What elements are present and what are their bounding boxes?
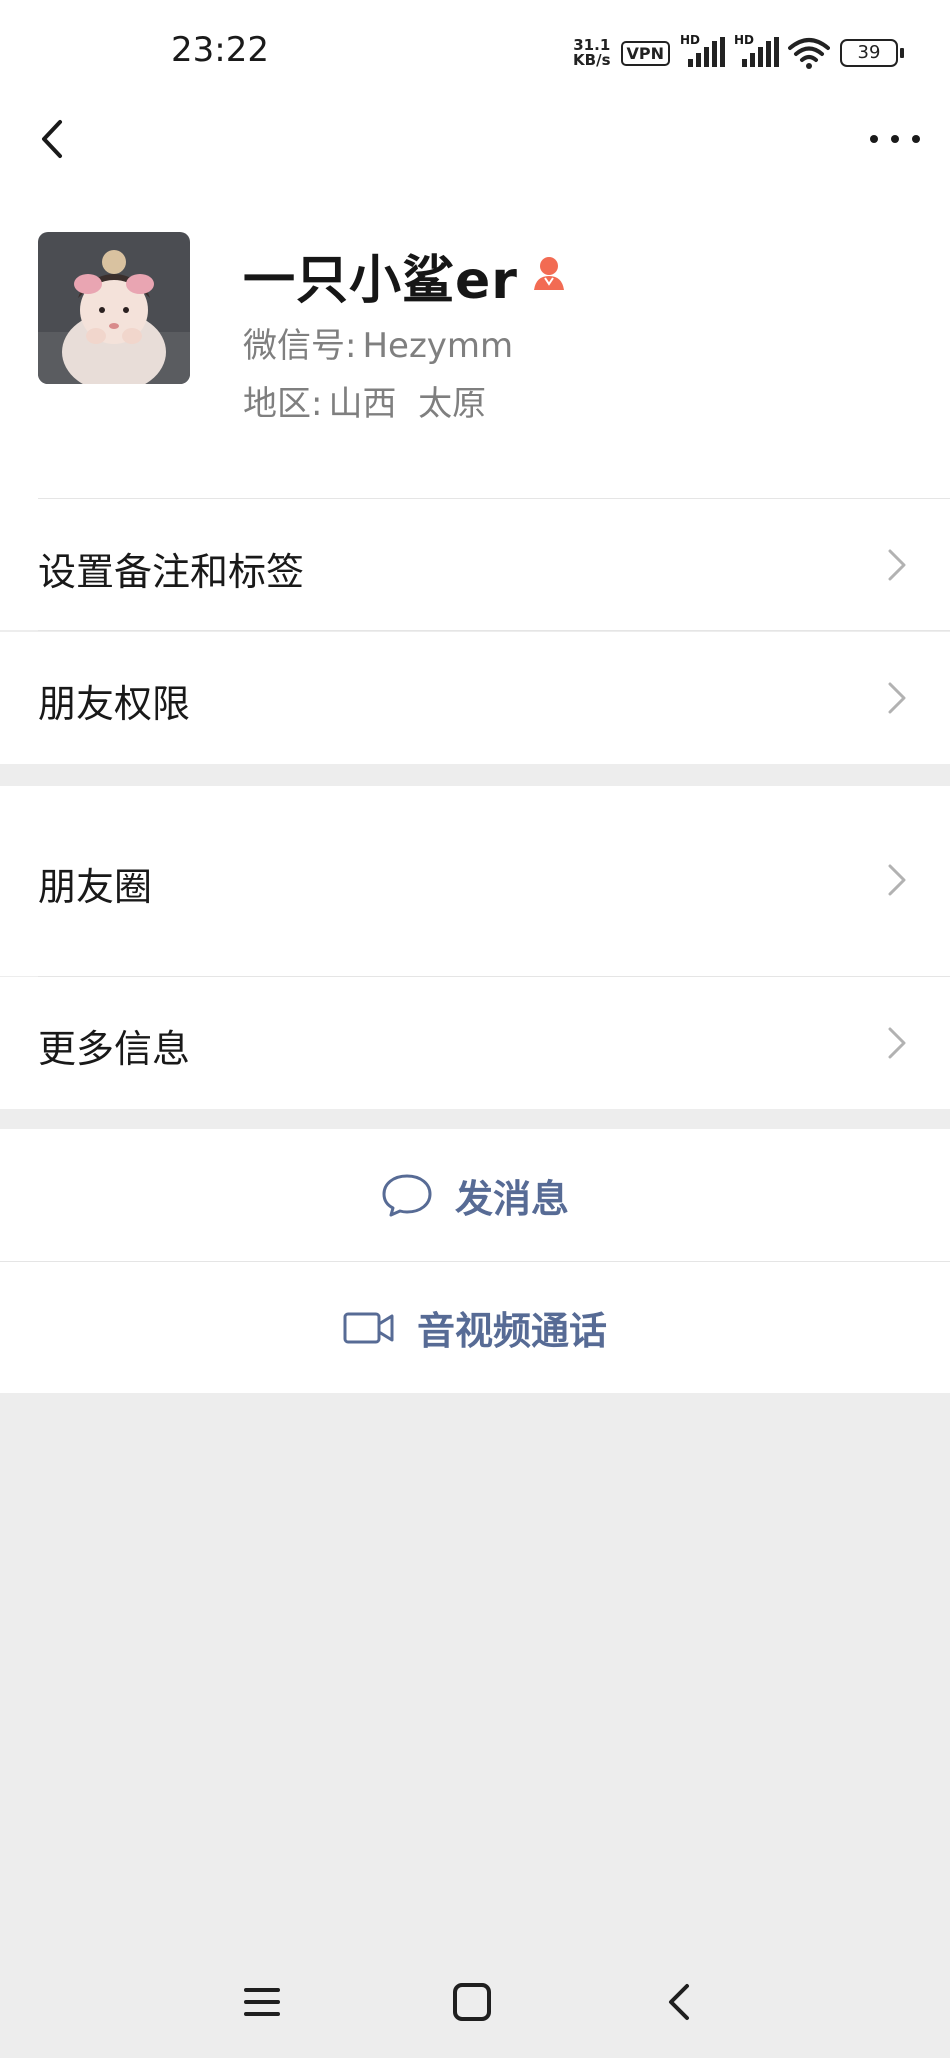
avatar[interactable] xyxy=(38,232,190,384)
wechat-id-line: 微信号: Hezymm xyxy=(243,318,513,367)
chat-bubble-icon xyxy=(382,1174,432,1217)
wifi-icon xyxy=(788,38,830,69)
status-icons: 31.1 KB/s VPN HD HD 39 xyxy=(573,33,904,72)
female-icon xyxy=(533,256,564,290)
moments-row[interactable]: 朋友圈 xyxy=(0,786,950,977)
region-label: 地区: xyxy=(243,384,323,424)
set-remark-tags-row[interactable]: 设置备注和标签 xyxy=(0,499,950,631)
set-remark-tags-label: 设置备注和标签 xyxy=(38,550,305,594)
video-camera-icon xyxy=(343,1312,394,1343)
network-speed-unit: KB/s xyxy=(573,51,611,69)
signal-icon: HD xyxy=(680,33,725,71)
wechat-id: Hezymm xyxy=(362,326,514,366)
av-call-label: 音视频通话 xyxy=(416,1309,607,1353)
back-nav-icon[interactable] xyxy=(653,1974,709,2030)
more-dot xyxy=(912,135,920,143)
vpn-badge: VPN xyxy=(620,40,670,66)
av-call-button[interactable]: 音视频通话 xyxy=(0,1262,950,1393)
more-info-label: 更多信息 xyxy=(38,1027,191,1071)
friend-permissions-label: 朋友权限 xyxy=(38,682,191,726)
chevron-right-icon xyxy=(888,682,906,714)
more-dot xyxy=(870,135,878,143)
signal-icon: HD xyxy=(734,33,779,71)
nickname: 一只小鲨er xyxy=(243,251,518,311)
region-line: 地区: 山西 太原 xyxy=(243,376,486,425)
nickname-row: 一只小鲨er xyxy=(243,238,568,313)
network-speed: 31.1 KB/s xyxy=(573,38,610,68)
more-dot xyxy=(891,135,899,143)
more-info-row[interactable]: 更多信息 xyxy=(0,977,950,1109)
wechat-id-label: 微信号: xyxy=(243,326,357,366)
moments-label: 朋友圈 xyxy=(38,865,153,909)
menu-icon[interactable] xyxy=(234,1974,290,2030)
divider xyxy=(38,630,950,631)
chevron-right-icon xyxy=(888,864,906,896)
profile-card: 一只小鲨er 微信号: Hezymm 地区: 山西 太原 xyxy=(0,200,950,499)
more-button[interactable] xyxy=(870,124,920,154)
status-time: 23:22 xyxy=(171,30,269,70)
signal-hd-label: HD xyxy=(734,33,755,47)
friend-permissions-row[interactable]: 朋友权限 xyxy=(0,632,950,764)
back-button[interactable] xyxy=(30,114,80,164)
chevron-right-icon xyxy=(888,549,906,581)
chevron-right-icon xyxy=(888,1027,906,1059)
battery-icon: 39 xyxy=(840,39,904,67)
region-value: 山西 太原 xyxy=(328,384,487,424)
send-message-button[interactable]: 发消息 xyxy=(0,1129,950,1261)
system-nav-bar xyxy=(0,1948,950,2058)
send-message-label: 发消息 xyxy=(454,1176,569,1221)
home-icon[interactable] xyxy=(444,1974,500,2030)
status-bar: 23:22 31.1 KB/s VPN HD HD 39 xyxy=(0,0,950,100)
signal-hd-label: HD xyxy=(680,33,701,47)
